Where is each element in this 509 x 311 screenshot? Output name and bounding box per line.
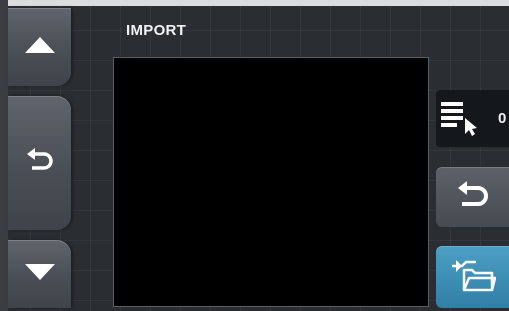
undo-icon xyxy=(456,180,490,215)
return-icon xyxy=(26,147,53,179)
selection-count-panel[interactable]: 0 xyxy=(436,90,509,147)
left-edge xyxy=(0,0,8,311)
back-button[interactable] xyxy=(8,96,71,230)
list-select-icon xyxy=(441,100,481,141)
top-bar xyxy=(0,0,509,6)
import-preview-area xyxy=(113,57,429,307)
selection-count: 0 xyxy=(498,110,507,127)
arrow-up-icon xyxy=(24,36,55,58)
import-folder-button[interactable] xyxy=(436,246,509,308)
arrow-down-icon xyxy=(24,263,55,285)
folder-import-icon xyxy=(450,256,496,299)
scroll-down-button[interactable] xyxy=(8,240,71,308)
scroll-up-button[interactable] xyxy=(8,8,71,86)
undo-button[interactable] xyxy=(436,167,509,227)
page-title: IMPORT xyxy=(126,22,187,39)
